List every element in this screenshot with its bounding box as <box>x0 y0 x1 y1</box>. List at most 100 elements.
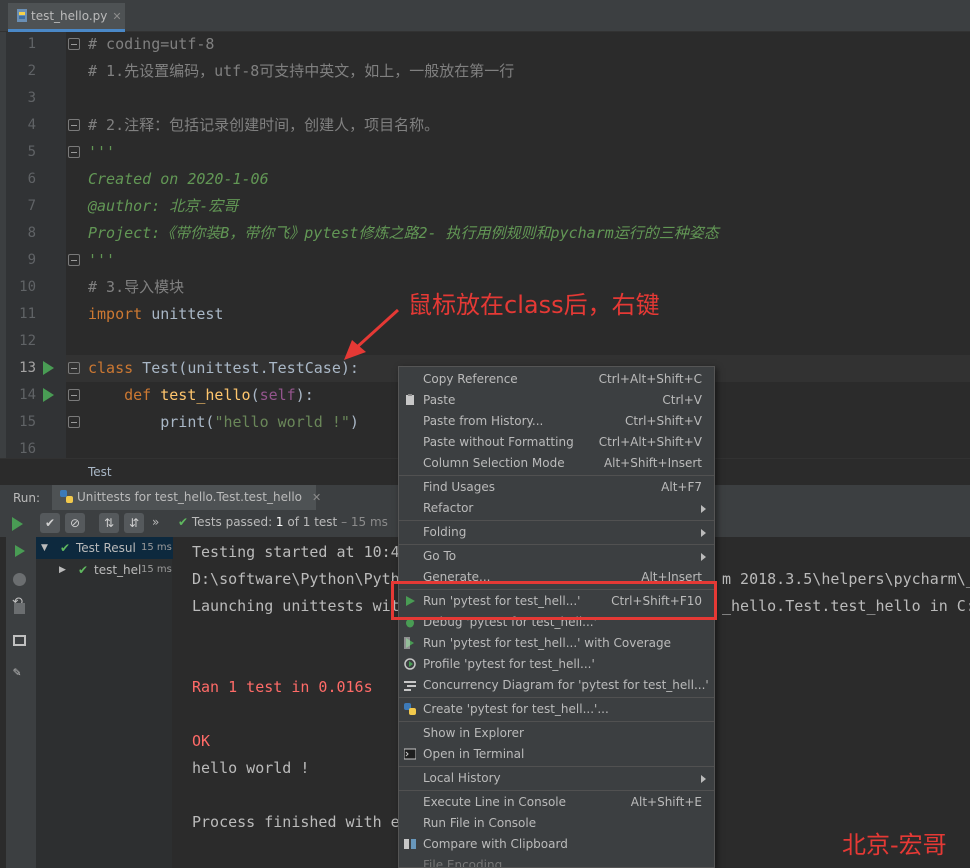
run-tab-unittests[interactable]: Unittests for test_hello.Test.test_hello… <box>52 485 321 511</box>
annotation-arrow-icon <box>344 308 400 360</box>
code-token: @author: 北京-宏哥 <box>88 197 239 215</box>
line-number: 11 <box>19 306 36 322</box>
menu-item-run-pytest-for-test-hell-with-coverage[interactable]: Run 'pytest for test_hell...' with Cover… <box>399 633 714 654</box>
menu-item-folding[interactable]: Folding <box>399 522 714 543</box>
menu-item-find-usages[interactable]: Find Usages Alt+F7 <box>399 477 714 498</box>
menu-item-run-file-in-console[interactable]: Run File in Console <box>399 813 714 834</box>
tree-row-test[interactable]: ▶ ✔ test_hel 15 ms <box>36 559 173 581</box>
submenu-arrow-icon <box>701 529 706 537</box>
menu-item-file-encoding[interactable]: File Encoding <box>399 855 714 868</box>
stop-icon[interactable] <box>14 603 25 614</box>
menu-item-paste-without-formatting[interactable]: Paste without Formatting Ctrl+Alt+Shift+V <box>399 432 714 453</box>
menu-item-go-to[interactable]: Go To <box>399 546 714 567</box>
menu-item-paste[interactable]: Paste Ctrl+V <box>399 390 714 411</box>
python-file-icon <box>17 9 27 22</box>
profile-icon <box>404 658 416 670</box>
menu-separator <box>399 475 714 476</box>
status-prefix: Tests passed: <box>191 515 276 529</box>
status-suffix: of 1 test <box>283 515 338 529</box>
rerun-debug-icon[interactable] <box>13 573 26 586</box>
code-line[interactable]: ''' <box>88 247 115 274</box>
tree-row-root[interactable]: ▼ ✔ Test Resul 15 ms <box>36 537 173 559</box>
code-token: # 2.注释：包括记录创建时间，创建人，项目名称。 <box>88 116 440 134</box>
show-ignored-toggle[interactable]: ⊘ <box>65 513 85 533</box>
line-number: 4 <box>27 117 36 133</box>
code-line[interactable]: @author: 北京-宏哥 <box>88 193 238 220</box>
menu-item-label: Execute Line in Console <box>423 795 567 809</box>
fold-marker-icon[interactable] <box>68 362 80 374</box>
rerun-icon[interactable] <box>12 517 23 531</box>
menu-item-profile-pytest-for-test-hell[interactable]: Profile 'pytest for test_hell...' <box>399 654 714 675</box>
menu-item-local-history[interactable]: Local History <box>399 768 714 789</box>
editor-tab-test-hello[interactable]: test_hello.py ✕ <box>8 3 125 32</box>
menu-item-label: Find Usages <box>423 480 496 494</box>
fold-marker-icon[interactable] <box>68 416 80 428</box>
menu-item-compare-with-clipboard[interactable]: Compare with Clipboard <box>399 834 714 855</box>
code-token: print( <box>88 413 215 431</box>
menu-item-label: Local History <box>423 771 501 785</box>
menu-item-label: Profile 'pytest for test_hell...' <box>423 657 595 671</box>
code-line[interactable]: # coding=utf-8 <box>88 32 214 58</box>
console-line-tail: _hello.Test.test_hello in C:\ <box>722 597 970 615</box>
tree-row-time: 15 ms <box>141 542 172 553</box>
close-icon[interactable]: ✕ <box>312 491 321 504</box>
menu-item-show-in-explorer[interactable]: Show in Explorer <box>399 723 714 744</box>
code-line[interactable]: Project:《带你装B，带你飞》pytest修炼之路2- 执行用例规则和py… <box>88 220 719 247</box>
menu-item-paste-from-history[interactable]: Paste from History... Ctrl+Shift+V <box>399 411 714 432</box>
menu-item-shortcut: Ctrl+Alt+Shift+C <box>598 372 702 386</box>
code-line[interactable]: # 3.导入模块 <box>88 274 184 301</box>
fold-marker-icon[interactable] <box>68 146 80 158</box>
layout-icon[interactable] <box>13 635 26 646</box>
more-chevron-icon[interactable]: » <box>152 515 159 529</box>
menu-item-label: Paste from History... <box>423 414 544 428</box>
fold-marker-icon[interactable] <box>68 119 80 131</box>
code-line[interactable]: def test_hello(self): <box>88 382 314 409</box>
highlight-box <box>391 581 717 620</box>
run-side-toolbar: ⟲ ✎ <box>6 537 36 868</box>
sort-alpha-button[interactable]: ⇅ <box>99 513 119 533</box>
code-token: self <box>259 386 296 404</box>
menu-item-label: File Encoding <box>423 858 503 868</box>
code-line[interactable]: class Test(unittest.TestCase): <box>88 355 359 382</box>
code-line[interactable]: Created on 2020-1-06 <box>88 166 269 193</box>
chevron-right-icon[interactable]: ▶ <box>59 559 66 581</box>
breadcrumb[interactable]: Test <box>88 465 112 479</box>
menu-item-open-in-terminal[interactable]: Open in Terminal <box>399 744 714 765</box>
code-line[interactable]: print("hello world !") <box>88 409 359 436</box>
run-gutter-icon[interactable] <box>43 361 54 375</box>
fold-marker-icon[interactable] <box>68 38 80 50</box>
code-line[interactable]: # 2.注释：包括记录创建时间，创建人，项目名称。 <box>88 112 439 139</box>
sort-duration-button[interactable]: ⇵ <box>124 513 144 533</box>
menu-item-column-selection-mode[interactable]: Column Selection Mode Alt+Shift+Insert <box>399 453 714 474</box>
fold-marker-icon[interactable] <box>68 389 80 401</box>
pin-icon[interactable]: ✎ <box>13 665 21 680</box>
terminal-icon <box>404 748 416 760</box>
python-icon <box>404 703 416 715</box>
menu-item-label: Run File in Console <box>423 816 537 830</box>
code-token: # 1.先设置编码，utf-8可支持中英文，如上，一般放在第一行 <box>88 62 515 80</box>
code-line[interactable]: # 1.先设置编码，utf-8可支持中英文，如上，一般放在第一行 <box>88 58 514 85</box>
fold-marker-icon[interactable] <box>68 254 80 266</box>
menu-item-shortcut: Alt+Shift+Insert <box>603 456 702 470</box>
status-time: – 15 ms <box>337 515 388 529</box>
code-line[interactable]: import unittest <box>88 301 223 328</box>
run-gutter-icon[interactable] <box>43 388 54 402</box>
menu-item-shortcut: Ctrl+Shift+V <box>625 414 702 428</box>
menu-item-refactor[interactable]: Refactor <box>399 498 714 519</box>
menu-item-create-pytest-for-test-hell[interactable]: Create 'pytest for test_hell...'... <box>399 699 714 720</box>
rerun-failed-icon[interactable] <box>15 545 25 557</box>
menu-item-label: Go To <box>423 549 457 563</box>
close-icon[interactable]: ✕ <box>112 10 121 23</box>
code-line[interactable]: ''' <box>88 139 115 166</box>
menu-separator <box>399 766 714 767</box>
menu-item-copy-reference[interactable]: Copy Reference Ctrl+Alt+Shift+C <box>399 369 714 390</box>
code-token: ''' <box>88 143 116 161</box>
show-passed-toggle[interactable]: ✔ <box>40 513 60 533</box>
menu-item-label: Compare with Clipboard <box>423 837 568 851</box>
menu-item-concurrency-diagram-for-pytest-for-test-hell[interactable]: Concurrency Diagram for 'pytest for test… <box>399 675 714 696</box>
run-tab-label: Unittests for test_hello.Test.test_hello <box>77 490 302 504</box>
menu-item-label: Open in Terminal <box>423 747 525 761</box>
tree-row-label: test_hel <box>94 563 142 577</box>
chevron-down-icon[interactable]: ▼ <box>41 537 48 559</box>
menu-item-execute-line-in-console[interactable]: Execute Line in Console Alt+Shift+E <box>399 792 714 813</box>
